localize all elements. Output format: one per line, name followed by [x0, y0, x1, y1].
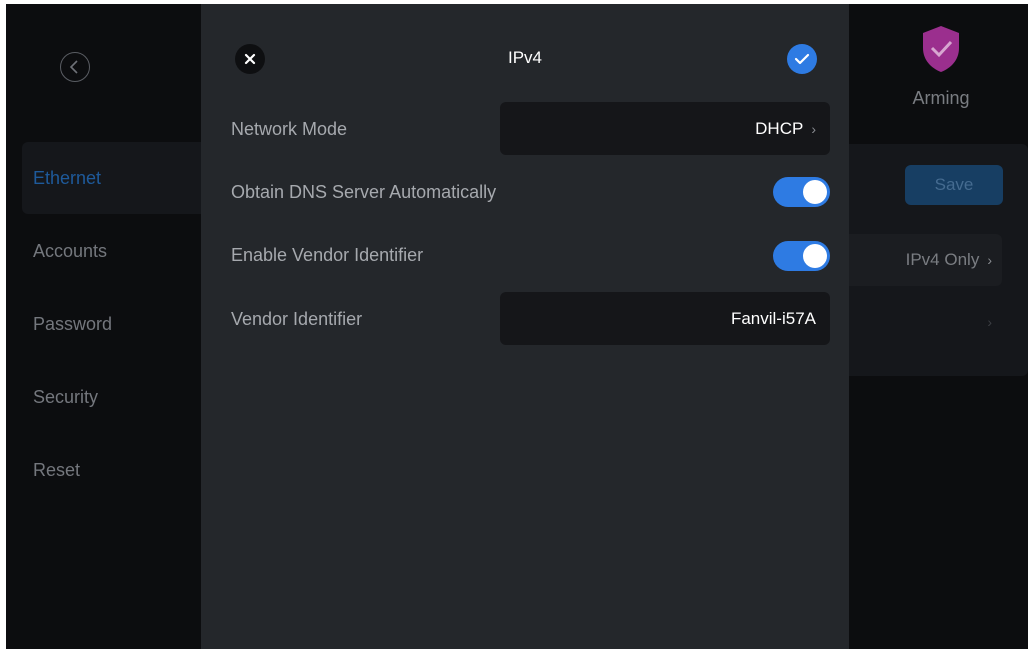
sidebar-item-label: Ethernet	[33, 168, 102, 188]
chevron-right-icon: ›	[987, 252, 992, 268]
sidebar-item-label: Password	[33, 314, 113, 334]
arming-label: Arming	[912, 88, 970, 108]
obtain-dns-toggle[interactable]	[773, 177, 830, 207]
ip-mode-row[interactable]: IPv4 Only ›	[848, 234, 1002, 286]
back-button[interactable]	[60, 52, 90, 82]
ipv4-dialog: IPv4 Network Mode DHCP › Obtain DNS Serv…	[201, 4, 849, 649]
check-icon	[794, 53, 810, 65]
sidebar-item-label: Reset	[33, 460, 81, 480]
enable-vendor-toggle[interactable]	[773, 241, 830, 271]
enable-vendor-label: Enable Vendor Identifier	[231, 245, 424, 265]
shield-check-icon	[923, 26, 959, 72]
background-row[interactable]: ›	[848, 296, 1002, 348]
toggle-knob	[803, 180, 827, 204]
network-mode-label: Network Mode	[231, 119, 348, 139]
sidebar-item-label: Accounts	[33, 241, 108, 261]
confirm-button[interactable]	[787, 44, 817, 74]
sidebar: Ethernet Accounts Password Security Rese…	[6, 142, 232, 649]
dialog-title: IPv4	[507, 48, 543, 67]
chevron-right-icon: ›	[811, 120, 816, 137]
network-mode-value: DHCP	[755, 118, 804, 138]
toggle-knob	[803, 244, 827, 268]
sidebar-item-label: Security	[33, 387, 99, 407]
vendor-identifier-field[interactable]: Fanvil-i57A	[500, 292, 830, 345]
chevron-right-icon: ›	[987, 314, 992, 330]
save-button[interactable]: Save	[905, 165, 1003, 205]
chevron-left-icon	[69, 60, 78, 74]
vendor-identifier-value: Fanvil-i57A	[730, 308, 816, 328]
network-mode-select[interactable]: DHCP ›	[500, 102, 830, 155]
ip-mode-value: IPv4 Only	[905, 250, 980, 269]
arming-button[interactable]: Arming	[886, 24, 996, 124]
obtain-dns-label: Obtain DNS Server Automatically	[231, 182, 497, 202]
device-screen: Arming Ethernet Accounts Password Securi…	[6, 4, 1028, 649]
vendor-identifier-label: Vendor Identifier	[231, 309, 363, 329]
